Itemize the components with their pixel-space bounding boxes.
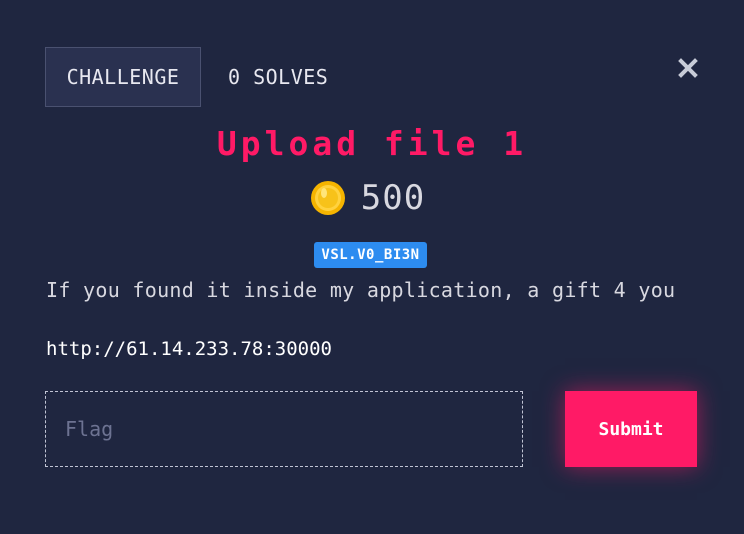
challenge-value: 500 [0,178,744,218]
close-icon[interactable] [677,57,699,79]
submit-button[interactable]: Submit [565,391,697,467]
coin-icon [310,181,345,215]
challenge-modal: CHALLENGE 0 SOLVES Upload file 1 500 VSL… [0,0,744,534]
challenge-title: Upload file 1 [216,124,528,163]
challenge-tag-badge: VSL.V0_BI3N [314,242,427,268]
tab-solves[interactable]: 0 SOLVES [228,47,328,107]
tab-challenge[interactable]: CHALLENGE [45,47,201,107]
flag-input[interactable] [45,391,523,467]
challenge-link[interactable]: http://61.14.233.78:30000 [46,338,332,360]
challenge-description: If you found it inside my application, a… [46,278,676,302]
challenge-points: 500 [360,178,426,218]
